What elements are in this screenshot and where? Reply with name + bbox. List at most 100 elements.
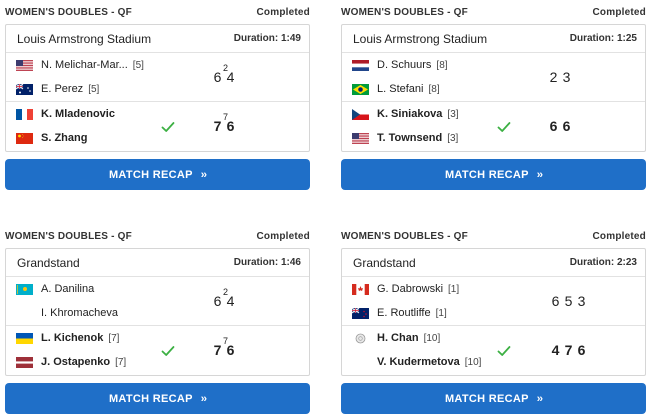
double-chevron-right-icon: ››: [536, 168, 543, 181]
player[interactable]: G. Dabrowski [1]: [352, 282, 459, 296]
player-seed: [8]: [428, 83, 440, 95]
netherlands-flag: [352, 59, 369, 71]
team-row: L. Kichenok [7] J. Ostapenko [7] 776: [6, 326, 309, 375]
set-score: 6: [226, 342, 235, 358]
player[interactable]: D. Schuurs [8]: [352, 58, 448, 72]
match-recap-button[interactable]: MATCH RECAP ››: [5, 383, 310, 414]
player-name[interactable]: G. Dabrowski: [377, 283, 443, 295]
player-name[interactable]: D. Schuurs: [377, 59, 431, 71]
player[interactable]: A. Danilina: [16, 282, 94, 296]
france-flag: [16, 108, 33, 120]
player-name[interactable]: J. Ostapenko: [41, 356, 110, 368]
scoreboard: Grandstand Duration: 2:23 G. Dabrowski […: [341, 248, 646, 376]
player-name[interactable]: E. Routliffe: [377, 307, 431, 319]
match-card: WOMEN'S DOUBLES - QF Completed Grandstan…: [341, 224, 646, 414]
set-score: 2: [549, 69, 558, 85]
set-score: 4: [226, 69, 235, 85]
brazil-flag: [352, 83, 369, 95]
scoreboard: Grandstand Duration: 1:46 A. Danilina I.…: [5, 248, 310, 376]
match-recap-button[interactable]: MATCH RECAP ››: [341, 383, 646, 414]
team-scores: 476: [549, 342, 588, 358]
player-name[interactable]: S. Zhang: [41, 132, 87, 144]
match-card: WOMEN'S DOUBLES - QF Completed Grandstan…: [5, 224, 310, 414]
double-chevron-right-icon: ››: [200, 168, 207, 181]
player-seed: [3]: [447, 108, 459, 120]
player[interactable]: N. Melichar-Mar... [5]: [16, 58, 144, 72]
canada-flag: [352, 283, 369, 295]
match-header: WOMEN'S DOUBLES - QF Completed: [5, 224, 310, 248]
no-flag: [352, 357, 369, 368]
no-flag: [16, 308, 33, 319]
set-score: 3: [577, 293, 586, 309]
team-row: K. Mladenovic S. Zhang 776: [6, 102, 309, 151]
ukraine-flag: [16, 332, 33, 344]
team-scores: 66: [547, 118, 573, 134]
venue-name: Grandstand: [17, 255, 80, 270]
team-row: G. Dabrowski [1] E. Routliffe [1] 653: [342, 277, 645, 326]
player-seed: [5]: [132, 59, 144, 71]
round-label: WOMEN'S DOUBLES - QF: [341, 230, 468, 242]
team-row: H. Chan [10] V. Kudermetova [10] 476: [342, 326, 645, 375]
player-name[interactable]: H. Chan: [377, 332, 419, 344]
player-name[interactable]: T. Townsend: [377, 132, 442, 144]
match-card: WOMEN'S DOUBLES - QF Completed Louis Arm…: [341, 0, 646, 190]
player-name[interactable]: A. Danilina: [41, 283, 94, 295]
player[interactable]: S. Zhang: [16, 131, 87, 145]
set-score: 6: [577, 342, 586, 358]
player-name[interactable]: E. Perez: [41, 83, 83, 95]
player-name[interactable]: N. Melichar-Mar...: [41, 59, 128, 71]
player-name[interactable]: K. Siniakova: [377, 108, 442, 120]
match-header: WOMEN'S DOUBLES - QF Completed: [341, 224, 646, 248]
set-score: 6: [226, 118, 235, 134]
match-recap-button[interactable]: MATCH RECAP ››: [5, 159, 310, 190]
winner-check-icon: [161, 344, 175, 358]
player-name[interactable]: K. Mladenovic: [41, 108, 115, 120]
set-score: 5: [564, 293, 573, 309]
match-status: Completed: [256, 230, 310, 242]
player[interactable]: E. Perez [5]: [16, 82, 99, 96]
match-duration: Duration: 1:49: [233, 33, 301, 44]
match-duration: Duration: 1:25: [569, 33, 637, 44]
player-seed: [1]: [448, 283, 460, 295]
set-score: 6: [562, 118, 571, 134]
player-seed: [10]: [464, 356, 482, 368]
usa-flag: [352, 132, 369, 144]
player[interactable]: L. Stefani [8]: [352, 82, 440, 96]
set-score: 4: [226, 293, 235, 309]
latvia-flag: [16, 356, 33, 368]
player[interactable]: E. Routliffe [1]: [352, 306, 447, 320]
match-status: Completed: [256, 6, 310, 18]
player[interactable]: J. Ostapenko [7]: [16, 355, 126, 369]
team-scores: 23: [547, 69, 573, 85]
player-name[interactable]: I. Khromacheva: [41, 307, 118, 319]
team-row: K. Siniakova [3] T. Townsend [3] 66: [342, 102, 645, 151]
player-seed: [7]: [115, 356, 127, 368]
player-name[interactable]: L. Kichenok: [41, 332, 103, 344]
team-scores: 776: [211, 112, 237, 134]
player-name[interactable]: V. Kudermetova: [377, 356, 460, 368]
match-recap-button[interactable]: MATCH RECAP ››: [341, 159, 646, 190]
player-name[interactable]: L. Stefani: [377, 83, 423, 95]
match-header: WOMEN'S DOUBLES - QF Completed: [341, 0, 646, 24]
set-score: 6: [549, 118, 558, 134]
new-zealand-flag: [352, 307, 369, 319]
player-seed: [5]: [88, 83, 100, 95]
player[interactable]: H. Chan [10]: [352, 331, 440, 345]
player-seed: [1]: [435, 307, 447, 319]
match-status: Completed: [592, 6, 646, 18]
player[interactable]: I. Khromacheva: [16, 306, 118, 320]
winner-check-icon: [161, 120, 175, 134]
set-score: 7: [564, 342, 573, 358]
team-row: A. Danilina I. Khromacheva 624: [6, 277, 309, 326]
player[interactable]: V. Kudermetova [10]: [352, 355, 481, 369]
team-row: N. Melichar-Mar... [5] E. Perez [5] 624: [6, 53, 309, 102]
venue-row: Louis Armstrong Stadium Duration: 1:25: [342, 25, 645, 53]
player[interactable]: L. Kichenok [7]: [16, 331, 119, 345]
player[interactable]: K. Siniakova [3]: [352, 107, 459, 121]
match-status: Completed: [592, 230, 646, 242]
match-recap-label: MATCH RECAP: [444, 168, 529, 181]
kazakhstan-flag: [16, 283, 33, 295]
player[interactable]: T. Townsend [3]: [352, 131, 458, 145]
player-seed: [8]: [436, 59, 448, 71]
player[interactable]: K. Mladenovic: [16, 107, 115, 121]
